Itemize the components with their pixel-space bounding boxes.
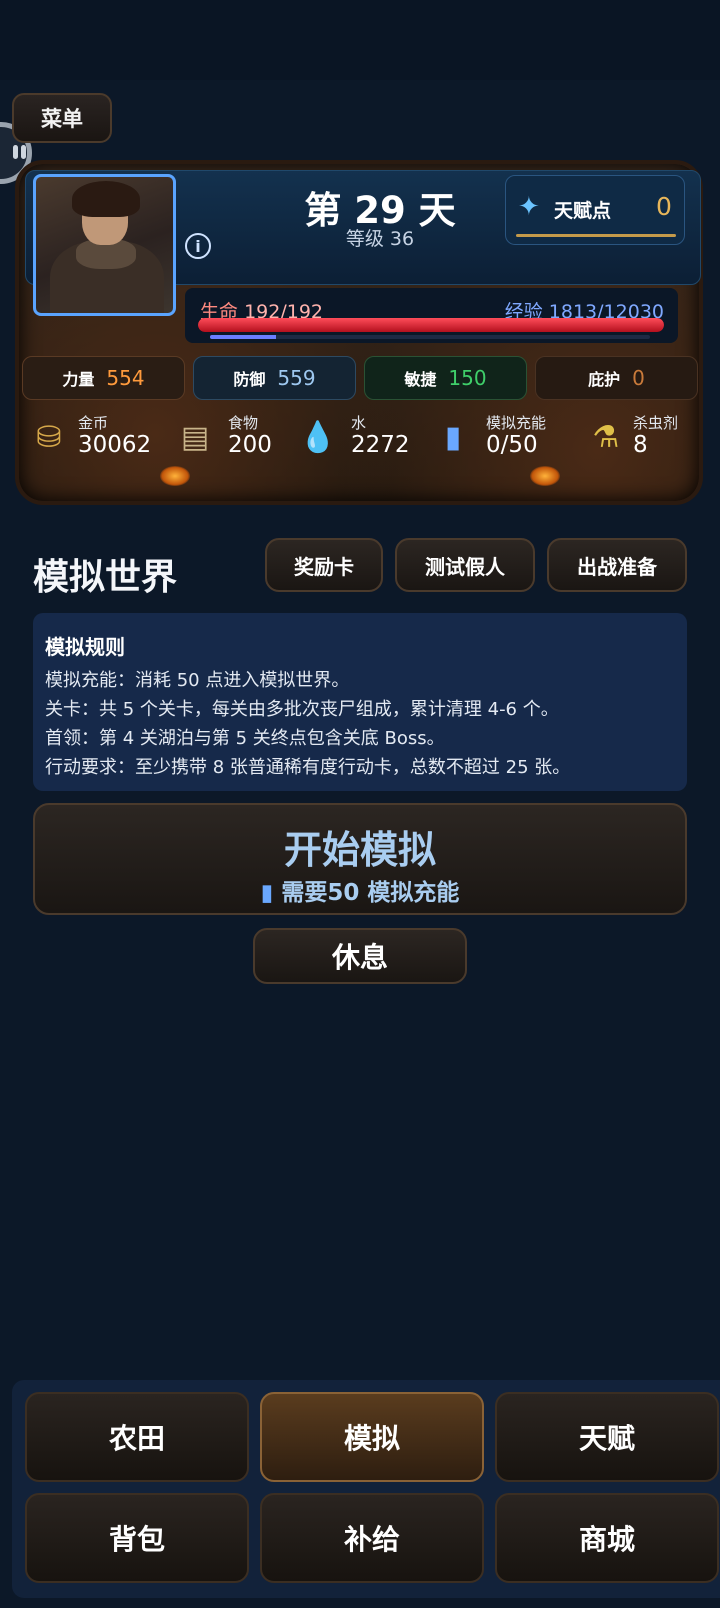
resource-sim-energy: ▮ 模拟充能 0/50 <box>430 410 570 462</box>
resource-food: ▤ 食物 200 <box>172 410 282 462</box>
top-strip <box>0 0 720 80</box>
rules-line: 关卡：共 5 个关卡，每关由多批次丧尸组成，累计清理 4-6 个。 <box>45 699 559 720</box>
nav-farm[interactable]: 农田 <box>25 1392 249 1482</box>
hp-bar <box>198 318 664 332</box>
menu-button[interactable]: 菜单 <box>12 93 112 143</box>
nav-shop[interactable]: 商城 <box>495 1493 719 1583</box>
panel-lamp <box>160 466 190 486</box>
food-icon: ▤ <box>180 420 210 455</box>
panel-lamp <box>530 466 560 486</box>
resource-gold: ⛁ 金币 30062 <box>26 410 156 462</box>
rules-line: 行动要求：至少携带 8 张普通稀有度行动卡，总数不超过 25 张。 <box>45 757 571 778</box>
reward-card-button[interactable]: 奖励卡 <box>265 538 383 592</box>
rules-box: 模拟规则 模拟充能：消耗 50 点进入模拟世界。 关卡：共 5 个关卡，每关由多… <box>33 613 687 791</box>
spray-icon: ⚗ <box>592 420 620 455</box>
nav-talent[interactable]: 天赋 <box>495 1392 719 1482</box>
talent-underline <box>516 234 676 237</box>
rules-title: 模拟规则 <box>45 635 125 659</box>
start-simulation-cost: ▮ 需要50 模拟充能 <box>260 880 460 906</box>
xp-bar-fill <box>210 335 276 339</box>
battery-icon: ▮ <box>444 420 462 455</box>
stat-shelter: 庇护 0 <box>535 356 698 400</box>
stat-defense: 防御 559 <box>193 356 356 400</box>
water-icon: 💧 <box>299 420 337 455</box>
stat-agility: 敏捷 150 <box>364 356 527 400</box>
info-icon[interactable]: i <box>185 233 211 259</box>
resource-pesticide: ⚗ 杀虫剂 8 <box>583 410 688 462</box>
player-avatar[interactable] <box>33 174 176 316</box>
resource-water: 💧 水 2272 <box>295 410 415 462</box>
nav-simulation[interactable]: 模拟 <box>260 1392 484 1482</box>
rules-line: 模拟充能：消耗 50 点进入模拟世界。 <box>45 670 350 691</box>
rest-button[interactable]: 休息 <box>253 928 467 984</box>
battle-prep-button[interactable]: 出战准备 <box>547 538 687 592</box>
battery-icon: ▮ <box>260 880 274 906</box>
test-dummy-button[interactable]: 测试假人 <box>395 538 535 592</box>
section-title: 模拟世界 <box>33 557 178 598</box>
start-simulation-button[interactable]: 开始模拟 ▮ 需要50 模拟充能 <box>33 803 687 915</box>
start-simulation-label: 开始模拟 <box>283 828 436 872</box>
talent-points-label: 天赋点 <box>554 200 612 222</box>
player-level: 等级 36 <box>345 228 415 250</box>
talent-points-box[interactable]: ✦ 天赋点 0 <box>505 175 685 245</box>
coins-icon: ⛁ <box>36 420 62 455</box>
rules-line: 首领：第 4 关湖泊与第 5 关终点包含关底 Boss。 <box>45 728 445 749</box>
nav-backpack[interactable]: 背包 <box>25 1493 249 1583</box>
talent-points-value: 0 <box>656 192 672 221</box>
hp-bar-fill <box>198 318 664 332</box>
stat-strength: 力量 554 <box>22 356 185 400</box>
crystal-icon: ✦ <box>518 192 540 222</box>
nav-supply[interactable]: 补给 <box>260 1493 484 1583</box>
xp-bar <box>210 335 650 339</box>
